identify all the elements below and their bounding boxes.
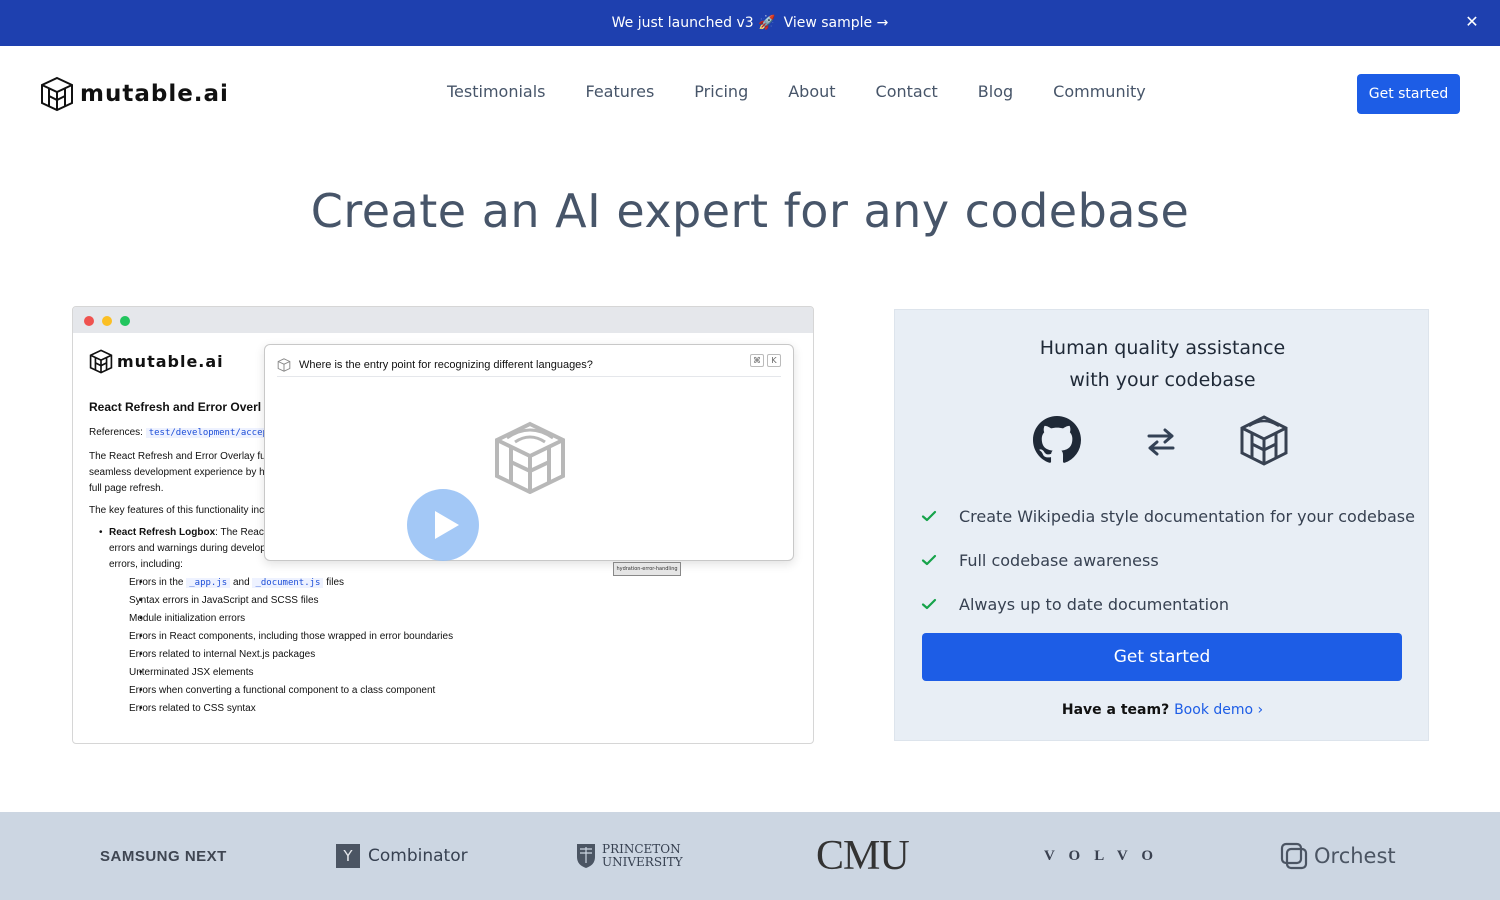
para-line: seamless development experience by ha bbox=[89, 467, 271, 478]
item-text: files bbox=[326, 577, 345, 588]
info-card: Human quality assistance with your codeb… bbox=[894, 309, 1429, 741]
banner-text: We just launched v3 🚀 bbox=[611, 15, 776, 31]
get-started-button[interactable]: Get started bbox=[1357, 74, 1460, 114]
nav-blog[interactable]: Blog bbox=[978, 82, 1013, 101]
para-line: full page refresh. bbox=[89, 483, 164, 494]
check-icon bbox=[921, 510, 937, 522]
yc-box-icon: Y bbox=[336, 844, 360, 868]
navbar: mutable.ai Testimonials Features Pricing… bbox=[0, 46, 1500, 142]
question-popup: Where is the entry point for recognizing… bbox=[264, 344, 794, 561]
feature-item: Full codebase awareness bbox=[921, 538, 1415, 582]
feature-text: Always up to date documentation bbox=[959, 594, 1230, 614]
nav-community[interactable]: Community bbox=[1053, 82, 1146, 101]
volvo-logo: VOLVO bbox=[1044, 812, 1167, 900]
github-icon bbox=[1033, 416, 1081, 463]
cube-logo-icon bbox=[41, 76, 73, 112]
demo-brand-logo: mutable.ai bbox=[89, 349, 224, 374]
question-text: Where is the entry point for recognizing… bbox=[299, 358, 593, 371]
princeton-logo: PRINCETON UNIVERSITY bbox=[576, 812, 683, 900]
close-dot-icon bbox=[84, 316, 94, 326]
list-item: Unterminated JSX elements bbox=[109, 665, 789, 681]
check-icon bbox=[921, 598, 937, 610]
demo-brand-name: mutable.ai bbox=[117, 352, 224, 371]
close-icon[interactable]: ✕ bbox=[1462, 12, 1482, 32]
nav-features[interactable]: Features bbox=[586, 82, 655, 101]
item-text: and bbox=[232, 577, 250, 588]
logo-text: CMU bbox=[816, 833, 910, 879]
list-item: Errors in React components, including th… bbox=[109, 629, 789, 645]
command-key-icon: ⌘ bbox=[750, 354, 764, 367]
card-get-started-button[interactable]: Get started bbox=[922, 633, 1402, 681]
card-heading-line: with your codebase bbox=[1069, 369, 1256, 391]
team-question: Have a team? bbox=[1061, 702, 1170, 718]
feature-text: Create Wikipedia style documentation for… bbox=[959, 506, 1415, 526]
maximize-dot-icon bbox=[120, 316, 130, 326]
mutable-cube-icon bbox=[1240, 415, 1288, 466]
feature-item: Always up to date documentation bbox=[921, 582, 1415, 626]
list-item: Syntax errors in JavaScript and SCSS fil… bbox=[109, 593, 789, 609]
refs-label: References: bbox=[89, 427, 143, 438]
card-heading: Human quality assistance with your codeb… bbox=[895, 332, 1430, 396]
logo-text: Combinator bbox=[368, 846, 468, 866]
logo-text: SAMSUNG NEXT bbox=[100, 847, 227, 865]
cube-logo-icon bbox=[89, 349, 113, 374]
feature-list: Create Wikipedia style documentation for… bbox=[921, 494, 1415, 626]
item-text: errors, including: bbox=[109, 559, 183, 570]
card-heading-line: Human quality assistance bbox=[1039, 337, 1286, 359]
minimize-dot-icon bbox=[102, 316, 112, 326]
feature-item: Create Wikipedia style documentation for… bbox=[921, 494, 1415, 538]
logo-text: VOLVO bbox=[1044, 847, 1168, 864]
book-demo-link[interactable]: Book demo › bbox=[1174, 702, 1263, 718]
princeton-wordmark: PRINCETON UNIVERSITY bbox=[602, 843, 683, 869]
hero-title: Create an AI expert for any codebase bbox=[310, 184, 1190, 238]
item-title: React Refresh Logbox bbox=[109, 527, 216, 538]
orchest-icon bbox=[1280, 842, 1308, 870]
feature-text: Full codebase awareness bbox=[959, 550, 1159, 570]
nav-contact[interactable]: Contact bbox=[876, 82, 938, 101]
shield-icon bbox=[577, 844, 595, 868]
item-text: Errors in the bbox=[129, 577, 184, 588]
para-line: The React Refresh and Error Overlay fu bbox=[89, 451, 266, 462]
list-item: Errors related to CSS syntax bbox=[109, 701, 789, 717]
nav-about[interactable]: About bbox=[788, 82, 835, 101]
list-item: Errors related to internal Next.js packa… bbox=[109, 647, 789, 663]
item-text: errors and warnings during develop bbox=[109, 543, 266, 554]
brand-logo[interactable]: mutable.ai bbox=[40, 76, 229, 112]
k-key: K bbox=[767, 354, 781, 367]
hover-tooltip: hydration-error-handling bbox=[613, 562, 681, 576]
cube-logo-icon bbox=[277, 357, 291, 372]
partner-logos: SAMSUNG NEXT Y Combinator PRINCETON UNIV… bbox=[0, 812, 1500, 900]
nav-links: Testimonials Features Pricing About Cont… bbox=[447, 82, 1186, 101]
brand-name: mutable.ai bbox=[80, 81, 229, 107]
code-ref[interactable]: _document.js bbox=[252, 578, 324, 588]
list-item: Errors when converting a functional comp… bbox=[109, 683, 789, 699]
logo-text: UNIVERSITY bbox=[602, 855, 683, 869]
code-ref[interactable]: _app.js bbox=[186, 578, 231, 588]
nav-pricing[interactable]: Pricing bbox=[694, 82, 748, 101]
play-video-button[interactable] bbox=[407, 489, 479, 561]
list-item: Module initialization errors bbox=[109, 611, 789, 627]
integration-icons bbox=[895, 415, 1430, 466]
nav-testimonials[interactable]: Testimonials bbox=[447, 82, 546, 101]
samsung-next-logo: SAMSUNG NEXT bbox=[100, 812, 227, 900]
team-prompt: Have a team? Book demo › bbox=[895, 702, 1430, 718]
loading-cube-icon bbox=[495, 421, 565, 494]
question-bar[interactable]: Where is the entry point for recognizing… bbox=[277, 353, 781, 377]
refs-code[interactable]: test/development/accept bbox=[145, 428, 277, 438]
doc-sublist: Errors in the _app.js and _document.js f… bbox=[109, 575, 789, 717]
logo-text: Orchest bbox=[1314, 844, 1396, 868]
cmu-logo: CMU bbox=[816, 812, 910, 900]
shortcut-keys: ⌘ K bbox=[750, 354, 781, 367]
item-text: : The React bbox=[215, 527, 267, 538]
announcement-banner: We just launched v3 🚀 View sample → ✕ bbox=[0, 0, 1500, 46]
orchest-logo: Orchest bbox=[1280, 812, 1396, 900]
list-item: Errors in the _app.js and _document.js f… bbox=[109, 575, 789, 591]
check-icon bbox=[921, 554, 937, 566]
logo-text: PRINCETON bbox=[602, 842, 681, 856]
window-chrome bbox=[73, 307, 813, 333]
swap-arrows-icon bbox=[1147, 428, 1175, 456]
view-sample-link[interactable]: View sample → bbox=[784, 15, 889, 31]
y-combinator-logo: Y Combinator bbox=[336, 812, 468, 900]
